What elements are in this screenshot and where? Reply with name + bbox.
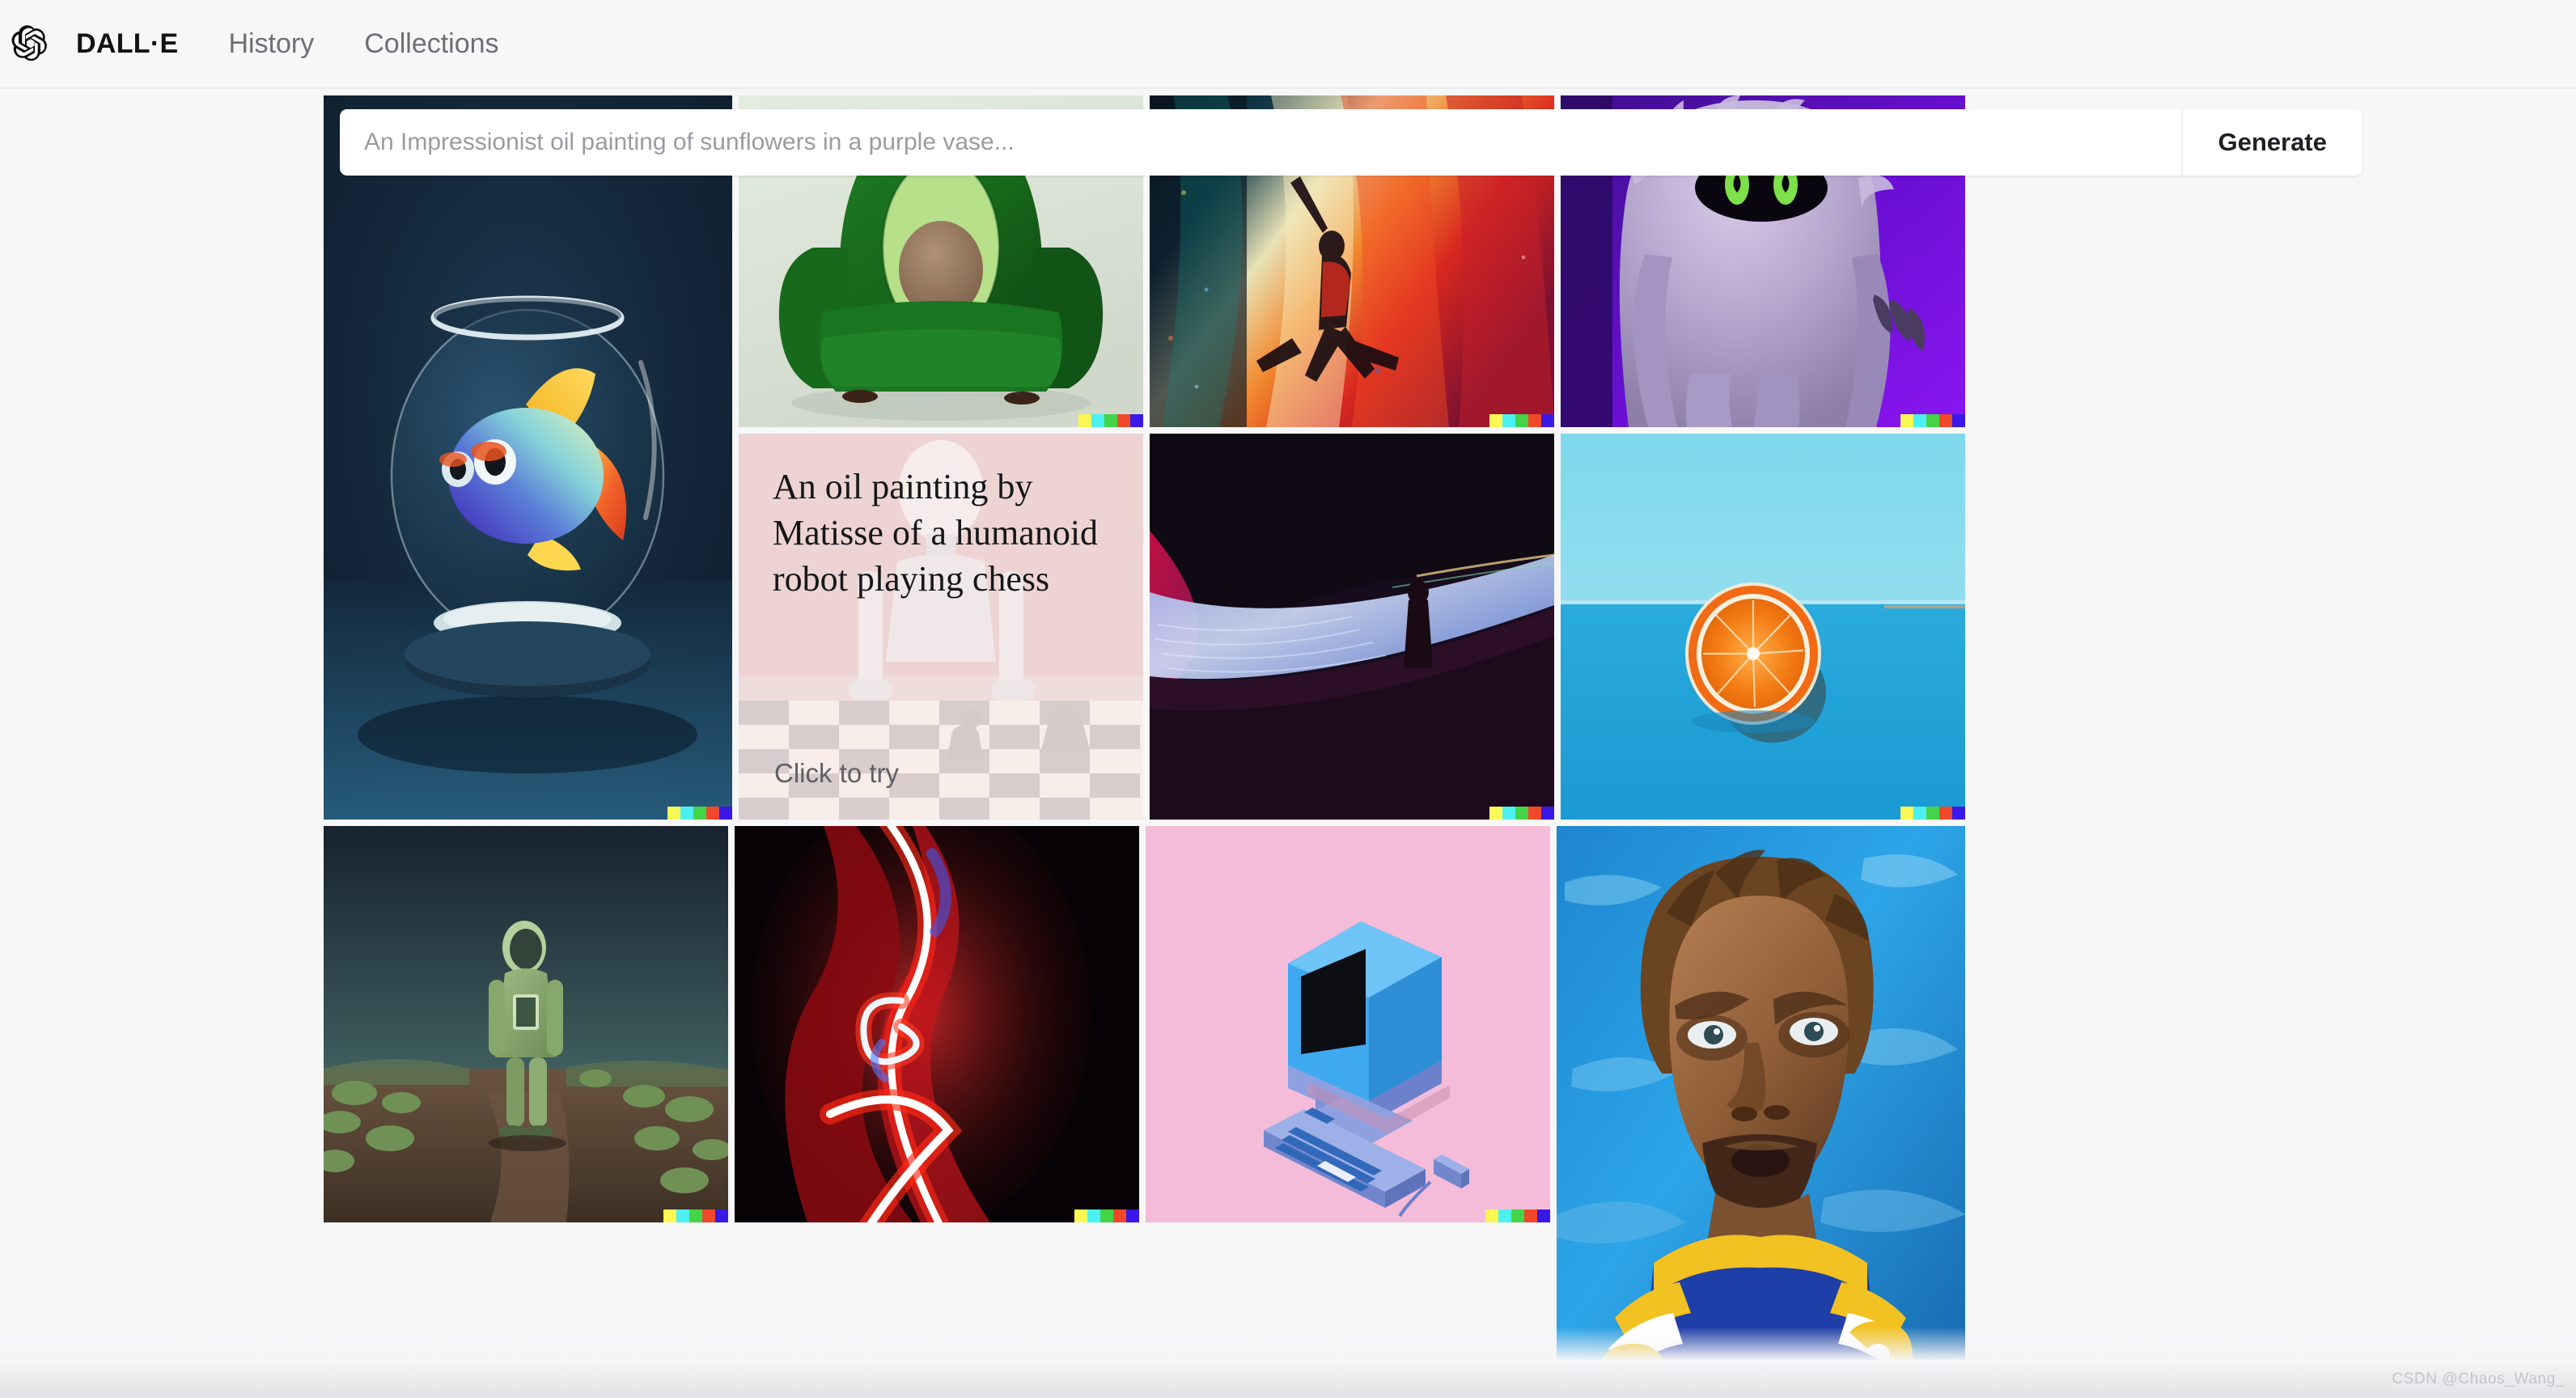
gallery-grid: An oil painting by Matisse of a humanoid… (324, 95, 2362, 1398)
search-input[interactable] (340, 109, 2181, 176)
openai-logo-icon (11, 24, 50, 63)
gallery-tile-figure-on-neon-dune[interactable] (1150, 434, 1554, 820)
gallery-tile-neon-light-abstract[interactable] (735, 826, 1139, 1222)
dalle-signature-stripe (1900, 807, 1965, 820)
dalle-signature-stripe (1900, 414, 1965, 427)
gallery-tile-astronaut-on-alien-terrain[interactable] (324, 826, 728, 1222)
prompt-search-bar[interactable]: Generate (340, 109, 2362, 176)
nav-item-history[interactable]: History (228, 28, 314, 60)
nav-item-collections[interactable]: Collections (364, 28, 498, 60)
prompt-card-cta[interactable]: Click to try (774, 758, 899, 789)
dalle-signature-stripe (1489, 807, 1554, 820)
gallery-tile-fishbowl-fish[interactable] (324, 95, 732, 820)
gallery-tile-matisse-robot-chess-prompt[interactable]: An oil painting by Matisse of a humanoid… (739, 434, 1143, 820)
prompt-card-text: An oil painting by Matisse of a humanoid… (773, 467, 1099, 599)
gallery-tile-sliced-orange-on-blue[interactable] (1561, 434, 1965, 820)
dalle-signature-stripe (1485, 1209, 1550, 1222)
gallery-tile-retro-computer-isometric[interactable] (1146, 826, 1550, 1222)
dalle-signature-stripe (1074, 1209, 1139, 1222)
dalle-signature-stripe (663, 1209, 728, 1222)
watermark-label: CSDN @Chaos_Wang_ (2392, 1370, 2565, 1387)
dalle-signature-stripe (667, 807, 732, 820)
dalle-signature-stripe (1489, 414, 1554, 427)
generate-button[interactable]: Generate (2180, 109, 2362, 176)
app-header: DALL·E History Collections (0, 0, 2576, 89)
dalle-signature-stripe (1078, 414, 1143, 427)
brand-title: DALL·E (76, 28, 179, 59)
gallery-tile-painted-football-player-portrait[interactable] (1557, 826, 1965, 1398)
